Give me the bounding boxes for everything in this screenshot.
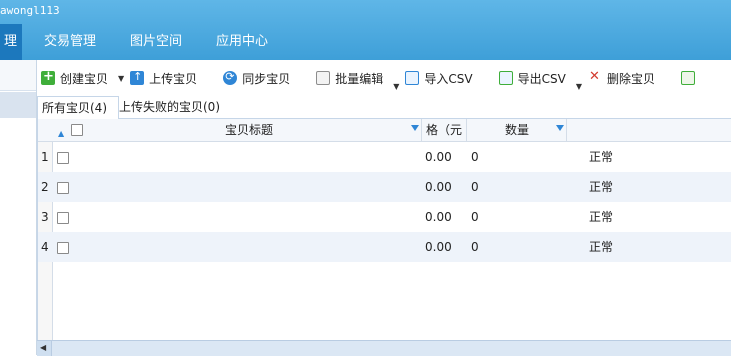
bulk-edit-label: 批量编辑: [335, 71, 384, 86]
row-status: 正常: [589, 240, 614, 254]
nav-item-trade[interactable]: 交易管理: [27, 24, 113, 60]
row-status: 正常: [589, 180, 614, 194]
row-price: 0.00: [425, 210, 452, 224]
row-checkbox[interactable]: [57, 152, 69, 164]
tab-upload-failed[interactable]: 上传失败的宝贝(0): [115, 96, 224, 118]
row-quantity: 0: [471, 150, 479, 164]
export-icon: [498, 71, 513, 85]
import-icon: [405, 71, 420, 85]
row-number: 4: [41, 240, 49, 254]
edit-icon: [316, 71, 331, 85]
row-price: 0.00: [425, 150, 452, 164]
table-row[interactable]: 4 0.00 0 正常: [38, 232, 731, 262]
grid-header: ▲ 宝贝标题 格（元 数量: [38, 119, 731, 142]
sync-item-button[interactable]: 同步宝贝: [219, 66, 294, 90]
horizontal-scrollbar[interactable]: [37, 340, 731, 356]
create-item-label: 创建宝贝: [60, 71, 109, 86]
row-checkbox[interactable]: [57, 182, 69, 194]
row-price: 0.00: [425, 240, 452, 254]
nav-item-image-space[interactable]: 图片空间: [113, 24, 199, 60]
row-status: 正常: [589, 150, 614, 164]
nav-item-app-center[interactable]: 应用中心: [199, 24, 285, 60]
row-checkbox[interactable]: [57, 242, 69, 254]
toolbar: 创建宝贝 ▼ 上传宝贝 同步宝贝 批量编辑 ▼ 导入CSV 导出CSV ▼ 删除…: [37, 63, 731, 93]
select-all-checkbox[interactable]: [71, 124, 83, 136]
export-dropdown-icon[interactable]: ▼: [576, 82, 582, 91]
bulk-edit-button[interactable]: 批量编辑: [312, 66, 387, 90]
export-csv-label: 导出CSV: [517, 71, 566, 86]
delete-icon: [588, 69, 602, 85]
import-csv-button[interactable]: 导入CSV: [401, 66, 476, 90]
delete-item-button[interactable]: 删除宝贝: [584, 66, 659, 90]
main-nav: 理 交易管理 图片空间 应用中心: [0, 24, 285, 60]
import-csv-label: 导入CSV: [424, 71, 473, 86]
row-checkbox[interactable]: [57, 212, 69, 224]
row-quantity: 0: [471, 210, 479, 224]
row-quantity: 0: [471, 240, 479, 254]
scroll-left-icon[interactable]: [37, 341, 52, 356]
row-number: 3: [41, 210, 49, 224]
table-row[interactable]: 2 0.00 0 正常: [38, 172, 731, 202]
bulk-edit-dropdown-icon[interactable]: ▼: [393, 82, 399, 91]
sidebar-item-selected[interactable]: [0, 92, 36, 118]
delete-item-label: 删除宝贝: [606, 71, 655, 86]
items-grid: ▲ 宝贝标题 格（元 数量 1 0.00 0 正常 2 0.00 0 正常 3 …: [37, 119, 731, 355]
title-filter-icon[interactable]: [411, 125, 419, 131]
row-number: 2: [41, 180, 49, 194]
export-csv-button[interactable]: 导出CSV: [495, 66, 570, 90]
item-tabs: 所有宝贝(4) 上传失败的宝贝(0): [37, 94, 731, 120]
tab-all-items[interactable]: 所有宝贝(4): [37, 96, 119, 120]
create-item-button[interactable]: 创建宝贝: [37, 66, 112, 90]
upload-item-button[interactable]: 上传宝贝: [126, 66, 201, 90]
app-header: awongl113 理 交易管理 图片空间 应用中心: [0, 0, 731, 60]
create-dropdown-icon[interactable]: ▼: [118, 74, 124, 83]
header-quantity: 数量: [505, 123, 530, 137]
table-row[interactable]: 1 0.00 0 正常: [38, 142, 731, 172]
header-price: 格（元: [426, 123, 463, 137]
row-quantity: 0: [471, 180, 479, 194]
sidebar-header: [0, 60, 36, 91]
nav-item-active[interactable]: 理: [0, 24, 22, 60]
row-status: 正常: [589, 210, 614, 224]
app-title: awongl113: [0, 4, 60, 17]
row-price: 0.00: [425, 180, 452, 194]
header-title-cell[interactable]: ▲ 宝贝标题: [53, 119, 422, 141]
header-quantity-cell[interactable]: 数量: [467, 119, 567, 141]
header-title: 宝贝标题: [225, 123, 274, 137]
add-icon: [680, 71, 695, 85]
plus-icon: [41, 69, 55, 85]
sidebar: [0, 60, 37, 355]
table-row[interactable]: 3 0.00 0 正常: [38, 202, 731, 232]
upload-icon: [130, 70, 145, 85]
more-button[interactable]: [677, 66, 704, 90]
row-number: 1: [41, 150, 49, 164]
header-price-cell[interactable]: 格（元: [422, 119, 467, 141]
sync-item-label: 同步宝贝: [242, 71, 291, 86]
sync-icon: [223, 70, 238, 85]
quantity-filter-icon[interactable]: [556, 125, 564, 131]
upload-item-label: 上传宝贝: [149, 71, 198, 86]
